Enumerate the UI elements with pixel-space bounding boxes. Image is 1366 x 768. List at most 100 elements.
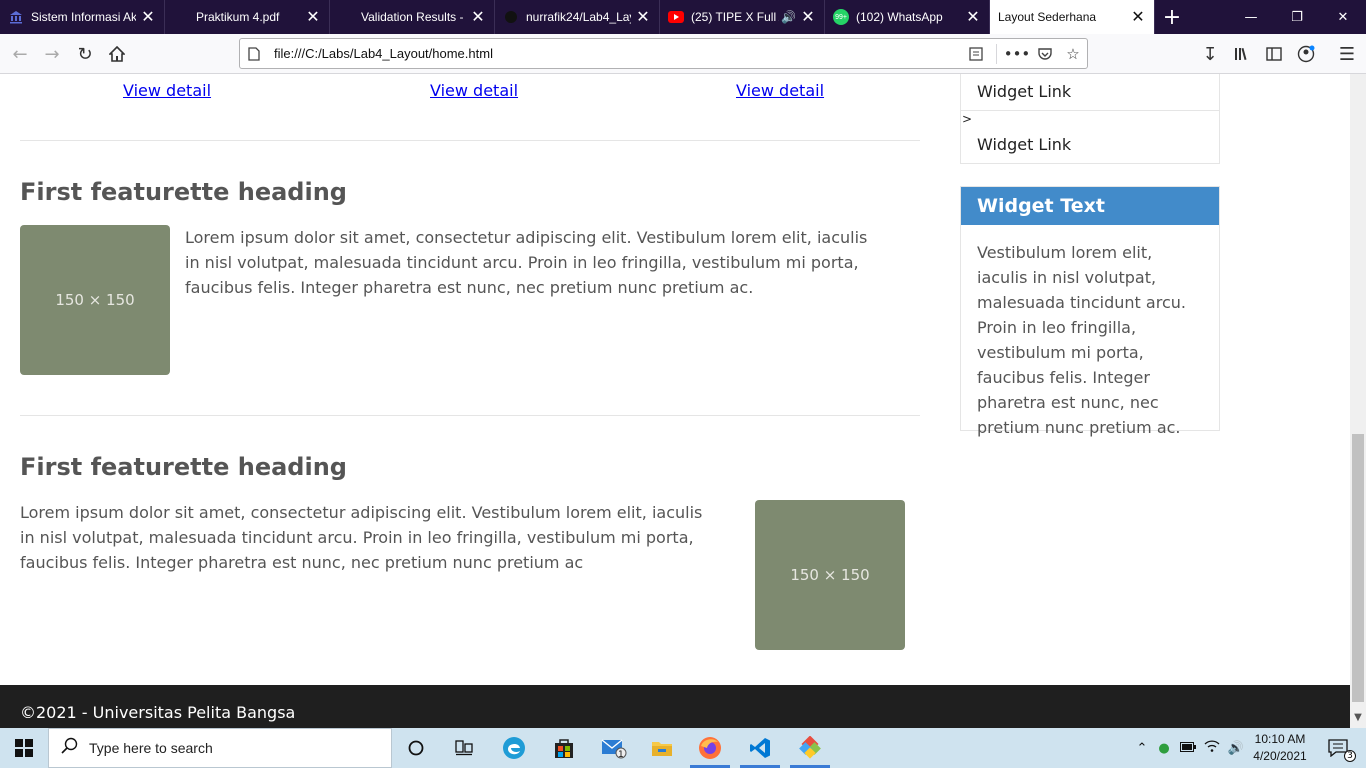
close-icon[interactable]: ✕ [800,7,816,27]
github-icon [503,9,519,25]
divider [961,110,1219,111]
edge-icon[interactable] [490,728,538,768]
widget-text-panel: Widget Text Vestibulum lorem elit, iacul… [960,186,1220,437]
placeholder-image: 150 × 150 [755,500,905,650]
widget-arrow: > [962,112,973,126]
show-hidden-icons-icon[interactable]: ⌃ [1132,741,1152,756]
page-footer: ©2021 - Universitas Pelita Bangsa [0,685,1350,728]
store-icon[interactable] [540,728,588,768]
close-icon[interactable]: ✕ [470,7,486,27]
page-icon[interactable] [240,40,268,68]
clock-date: 4/20/2021 [1253,749,1307,763]
tab-title: (102) WhatsApp [856,10,943,24]
sidebar-icon[interactable] [1260,40,1288,68]
widget-heading: Widget Text [961,187,1219,225]
close-icon[interactable]: ✕ [635,7,651,27]
bookmark-star-icon[interactable]: ☆ [1059,40,1087,68]
start-button[interactable] [0,728,48,768]
youtube-icon [668,9,684,25]
close-icon[interactable]: ✕ [140,7,156,27]
placeholder-image: 150 × 150 [20,225,170,375]
forward-button[interactable]: → [38,40,66,68]
menu-icon[interactable]: ☰ [1333,40,1361,68]
file-explorer-icon[interactable] [638,728,686,768]
security-icon[interactable]: ● [1152,741,1176,756]
window-close-button[interactable]: ✕ [1320,0,1366,34]
divider [20,140,920,141]
library-icon[interactable] [1228,40,1256,68]
tab-title: Validation Results - W3C [361,10,466,24]
pdf-icon [173,9,189,25]
widget-link-list: Widget Link > Widget Link [960,74,1220,164]
home-button[interactable] [103,40,131,68]
featurette-text: Lorem ipsum dolor sit amet, consectetur … [20,503,703,572]
featurette-heading: First featurette heading [20,453,347,481]
widget-link[interactable]: Widget Link [977,82,1071,101]
mail-icon[interactable]: 1 [590,728,638,768]
tab-praktikum-pdf[interactable]: Praktikum 4.pdf ✕ [165,0,330,34]
new-tab-button[interactable]: + [1155,0,1189,34]
tab-layout-sederhana[interactable]: Layout Sederhana ✕ [990,0,1155,34]
battery-icon[interactable] [1176,741,1200,756]
system-tray: ⌃ ● 🔊 [1132,728,1248,768]
task-view-icon[interactable] [440,728,488,768]
navigation-toolbar: ← → ↻ file:///C:/Labs/Lab4_Layout/home.h… [0,34,1366,74]
close-icon[interactable]: ✕ [1130,7,1146,27]
notifications-icon[interactable]: 3 [1318,728,1358,768]
close-icon[interactable]: ✕ [305,7,321,27]
firefox-icon[interactable] [686,728,734,768]
widget-body: Vestibulum lorem elit, iaculis in nisl v… [977,243,1186,437]
tab-title: (25) TIPE X Full A [691,10,780,24]
volume-icon[interactable]: 🔊 [1224,741,1248,756]
reload-button[interactable]: ↻ [71,40,99,68]
reader-view-icon[interactable] [962,40,990,68]
taskbar-search[interactable]: Type here to search [48,728,392,768]
scrollbar-thumb[interactable] [1352,434,1364,702]
tab-whatsapp[interactable]: 99+ (102) WhatsApp ✕ [825,0,990,34]
placeholder-label: 150 × 150 [790,566,870,584]
divider [20,415,920,416]
wifi-icon[interactable] [1200,740,1224,756]
tab-title: nurrafik24/Lab4_Lay [526,10,631,24]
view-detail-link[interactable]: View detail [123,81,211,100]
back-button[interactable]: ← [6,40,34,68]
search-icon [61,737,79,759]
tab-sistem-informasi[interactable]: Sistem Informasi Ak ✕ [0,0,165,34]
close-icon[interactable]: ✕ [965,7,981,27]
w3c-icon [338,9,354,25]
more-actions-icon[interactable]: ••• [1003,40,1031,68]
speaker-icon[interactable]: 🔊 [781,10,796,24]
view-detail-link[interactable]: View detail [736,81,824,100]
footer-text: ©2021 - Universitas Pelita Bangsa [20,703,296,722]
widget-link[interactable]: Widget Link [977,135,1071,154]
tab-validation-results[interactable]: Validation Results - W3C ✕ [330,0,495,34]
vertical-scrollbar[interactable]: ▼ [1350,74,1366,728]
cortana-icon[interactable] [392,728,440,768]
tab-title: Praktikum 4.pdf [196,10,280,24]
web-page: View detail View detail View detail Firs… [0,74,1350,728]
scroll-down-arrow[interactable]: ▼ [1350,712,1366,726]
view-detail-link[interactable]: View detail [430,81,518,100]
git-app-icon[interactable] [786,728,834,768]
system-clock[interactable]: 10:10 AM 4/20/2021 [1250,731,1310,765]
account-icon[interactable] [1292,40,1320,68]
tab-title: Layout Sederhana [998,10,1097,24]
url-bar[interactable]: file:///C:/Labs/Lab4_Layout/home.html ••… [239,38,1088,69]
notification-count: 3 [1344,750,1356,762]
windows-taskbar: Type here to search 1 ⌃ ● 🔊 10:10 AM 4/2… [0,728,1366,768]
placeholder-label: 150 × 150 [55,291,135,309]
mail-badge: 1 [618,750,624,760]
search-placeholder: Type here to search [89,740,213,756]
tab-youtube[interactable]: (25) TIPE X Full A 🔊 ✕ [660,0,825,34]
restore-button[interactable]: ❐ [1274,0,1320,34]
whatsapp-icon: 99+ [833,9,849,25]
downloads-icon[interactable]: ↧ [1196,40,1224,68]
featurette-heading: First featurette heading [20,178,347,206]
vscode-icon[interactable] [736,728,784,768]
url-text[interactable]: file:///C:/Labs/Lab4_Layout/home.html [268,46,962,61]
windows-logo-icon [15,739,33,757]
university-icon [8,9,24,25]
minimize-button[interactable]: — [1228,0,1274,34]
pocket-icon[interactable] [1031,40,1059,68]
tab-github[interactable]: nurrafik24/Lab4_Lay ✕ [495,0,660,34]
